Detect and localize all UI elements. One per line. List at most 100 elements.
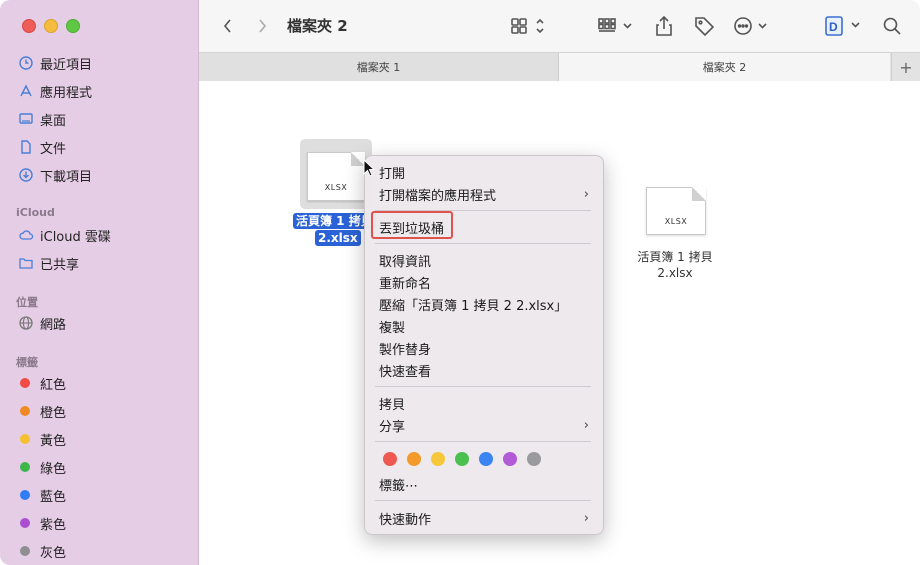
sidebar-item-label: 藍色: [40, 489, 67, 505]
menu-separator: [375, 386, 591, 387]
menu-item-open-with[interactable]: 打開檔案的應用程式 ›: [379, 184, 591, 204]
menu-item-label: 壓縮「活頁簿 1 拷貝 2 2.xlsx」: [379, 298, 568, 314]
sidebar-item-shared[interactable]: 已共享: [18, 252, 79, 274]
menu-separator: [375, 243, 591, 244]
group-grid-icon: [598, 18, 632, 32]
menu-item-rename[interactable]: 重新命名: [379, 272, 591, 292]
sidebar-section-locations: 位置: [16, 296, 38, 309]
menu-item-label: 打開: [379, 166, 406, 182]
sidebar-item-label: 已共享: [40, 257, 80, 273]
sidebar-item-recents[interactable]: 最近項目: [18, 52, 92, 74]
search-icon: [883, 17, 901, 35]
tag-color-picker: [383, 452, 541, 466]
group-by-button[interactable]: [596, 14, 636, 38]
tag-icon: [695, 17, 715, 37]
sidebar-tag-green[interactable]: 綠色: [18, 456, 66, 478]
menu-item-label: 快速動作: [379, 512, 432, 528]
sidebar-item-applications[interactable]: 應用程式: [18, 80, 92, 102]
file-name-line1: 活頁簿 1 拷貝: [637, 250, 713, 264]
sidebar-tag-yellow[interactable]: 黃色: [18, 428, 66, 450]
file-name-line2[interactable]: 2.xlsx: [315, 230, 361, 246]
tag-color-dot: [20, 518, 30, 528]
cloud-icon: [18, 227, 34, 243]
menu-item-quick-look[interactable]: 快速查看: [379, 360, 591, 380]
sidebar-item-label: 灰色: [40, 545, 67, 561]
chevron-left-icon: [223, 19, 231, 33]
sidebar-item-label: 黃色: [40, 433, 67, 449]
menu-item-duplicate[interactable]: 複製: [379, 316, 591, 336]
tab-folder-1[interactable]: 檔案夾 1: [199, 53, 559, 81]
menu-item-label: 複製: [379, 320, 406, 336]
shared-folder-icon: [18, 255, 34, 271]
sidebar-item-network[interactable]: 網路: [18, 312, 66, 334]
tab-label: 檔案夾 2: [702, 61, 747, 74]
chevron-right-icon: ›: [583, 510, 589, 526]
ellipsis-circle-icon: [734, 17, 767, 35]
new-tab-button[interactable]: +: [891, 53, 920, 81]
extension-button[interactable]: D: [822, 14, 864, 38]
menu-separator: [375, 500, 591, 501]
tag-purple-dot[interactable]: [503, 452, 517, 466]
sidebar-tag-purple[interactable]: 紫色: [18, 512, 66, 534]
tag-button[interactable]: [692, 14, 716, 38]
minimize-window-button[interactable]: [44, 19, 58, 33]
menu-item-label: 製作替身: [379, 342, 432, 358]
menu-item-open[interactable]: 打開: [379, 162, 591, 182]
menu-item-label: 重新命名: [379, 276, 432, 292]
clock-icon: [18, 55, 34, 71]
tag-red-dot[interactable]: [383, 452, 397, 466]
share-button[interactable]: [652, 14, 676, 38]
view-mode-button[interactable]: [508, 14, 548, 38]
finder-window: 最近項目 應用程式 桌面 文件 下載項目 iCloud iCloud 雲碟 已共…: [0, 0, 920, 565]
action-menu-button[interactable]: [732, 14, 772, 38]
tab-folder-2[interactable]: 檔案夾 2: [559, 53, 890, 81]
sidebar-item-label: 紫色: [40, 517, 67, 533]
sidebar-item-documents[interactable]: 文件: [18, 136, 66, 158]
sidebar-item-label: 下載項目: [40, 169, 93, 185]
tag-orange-dot[interactable]: [407, 452, 421, 466]
desktop-icon: [18, 111, 34, 127]
tag-gray-dot[interactable]: [527, 452, 541, 466]
xlsx-file-icon[interactable]: XLSX: [307, 152, 365, 201]
tag-green-dot[interactable]: [455, 452, 469, 466]
tag-color-dot: [20, 490, 30, 500]
zoom-window-button[interactable]: [66, 19, 80, 33]
sidebar-item-label: 綠色: [40, 461, 67, 477]
tab-label: 檔案夾 1: [356, 61, 401, 74]
menu-separator: [375, 441, 591, 442]
menu-item-tags[interactable]: 標籤⋯: [379, 474, 591, 494]
share-icon: [656, 15, 672, 36]
menu-item-compress[interactable]: 壓縮「活頁簿 1 拷貝 2 2.xlsx」: [379, 294, 591, 314]
window-title: 檔案夾 2: [287, 17, 348, 35]
grid-view-icon: [511, 18, 544, 34]
sidebar-item-label: 最近項目: [40, 57, 93, 73]
forward-button[interactable]: [252, 14, 272, 38]
menu-item-label: 打開檔案的應用程式: [379, 188, 497, 204]
tag-yellow-dot[interactable]: [431, 452, 445, 466]
menu-item-make-alias[interactable]: 製作替身: [379, 338, 591, 358]
sidebar-section-icloud: iCloud: [16, 206, 55, 219]
menu-item-share[interactable]: 分享 ›: [379, 415, 591, 435]
chevron-right-icon: ›: [583, 417, 589, 433]
menu-item-quick-actions[interactable]: 快速動作 ›: [379, 508, 591, 528]
search-button[interactable]: [880, 14, 904, 38]
sidebar-tag-red[interactable]: 紅色: [18, 372, 66, 394]
sidebar-item-desktop[interactable]: 桌面: [18, 108, 66, 130]
close-window-button[interactable]: [22, 19, 36, 33]
tag-color-dot: [20, 546, 30, 556]
sidebar-item-downloads[interactable]: 下載項目: [18, 164, 92, 186]
apps-icon: [18, 83, 34, 99]
sidebar-tag-orange[interactable]: 橙色: [18, 400, 66, 422]
back-button[interactable]: [218, 14, 238, 38]
sidebar-tag-blue[interactable]: 藍色: [18, 484, 66, 506]
sidebar-item-label: iCloud 雲碟: [40, 229, 111, 245]
tag-color-dot: [20, 434, 30, 444]
sidebar-item-label: 紅色: [40, 377, 67, 393]
menu-item-copy[interactable]: 拷貝: [379, 393, 591, 413]
xlsx-file-icon[interactable]: XLSX: [646, 187, 706, 235]
menu-item-get-info[interactable]: 取得資訊: [379, 250, 591, 270]
sidebar-tag-gray[interactable]: 灰色: [18, 540, 66, 562]
tag-blue-dot[interactable]: [479, 452, 493, 466]
file-name[interactable]: 活頁簿 1 拷貝 2.xlsx: [624, 249, 726, 281]
sidebar-item-icloud-drive[interactable]: iCloud 雲碟: [18, 224, 111, 246]
